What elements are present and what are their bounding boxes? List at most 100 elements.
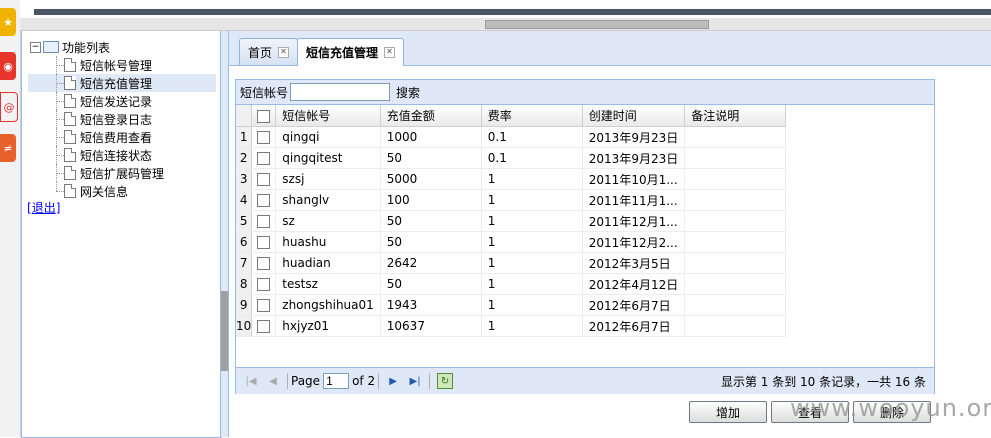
row-checkbox[interactable] xyxy=(257,257,271,270)
scrollbar-thumb[interactable] xyxy=(485,20,709,29)
row-number: 1 xyxy=(236,126,253,148)
row-select[interactable] xyxy=(251,168,277,190)
cell-amount: 50 xyxy=(380,273,482,295)
row-checkbox[interactable] xyxy=(257,131,271,144)
add-button[interactable]: 增加 xyxy=(689,401,767,423)
row-select[interactable] xyxy=(251,294,277,316)
row-select[interactable] xyxy=(251,315,277,337)
cell-account: testsz xyxy=(275,273,381,295)
table-header-row: 短信帐号 充值金额 费率 创建时间 备注说明 xyxy=(236,105,787,127)
tree-item-connection-status[interactable]: 短信连接状态 xyxy=(28,146,216,164)
cell-rate: 1 xyxy=(481,252,583,274)
page-number-input[interactable] xyxy=(323,373,350,389)
cell-created: 2011年11月1... xyxy=(582,189,686,211)
search-button[interactable]: 搜索 xyxy=(396,84,420,101)
prev-page-icon[interactable]: ◀ xyxy=(266,374,280,388)
search-label: 短信帐号 xyxy=(240,85,289,100)
cell-created: 2011年12月1... xyxy=(582,210,686,232)
tree-item-fee-view[interactable]: 短信费用查看 xyxy=(28,128,216,146)
row-select[interactable] xyxy=(251,231,277,253)
row-select[interactable] xyxy=(251,273,277,295)
row-select[interactable] xyxy=(251,210,277,232)
cell-note xyxy=(684,231,787,253)
tree-item-label: 短信费用查看 xyxy=(80,130,153,145)
cell-created: 2011年12月2... xyxy=(582,231,686,253)
document-icon xyxy=(64,148,76,162)
tree-item-login-log[interactable]: 短信登录日志 xyxy=(28,110,216,128)
search-input[interactable] xyxy=(290,83,391,101)
row-number: 10 xyxy=(236,315,253,337)
tree-item-account-manage[interactable]: 短信帐号管理 xyxy=(28,56,216,74)
table-row[interactable]: 7 huadian 2642 1 2012年3月5日 xyxy=(236,252,787,274)
column-header-rate[interactable]: 费率 xyxy=(481,105,583,127)
close-icon[interactable]: ✕ xyxy=(384,47,396,58)
search-toolbar: 短信帐号 搜索 xyxy=(236,80,934,105)
table-row[interactable]: 3 szsj 5000 1 2011年10月1... xyxy=(236,168,787,190)
table-row[interactable]: 9 zhongshihua01 1943 1 2012年6月7日 xyxy=(236,294,787,316)
cell-account: qingqitest xyxy=(275,147,381,169)
bracket-close: ] xyxy=(55,201,61,215)
table-row[interactable]: 1 qingqi 1000 0.1 2013年9月23日 xyxy=(236,126,787,148)
table-row[interactable]: 10 hxjyz01 10637 1 2012年6月7日 xyxy=(236,315,787,337)
document-icon xyxy=(64,130,76,144)
last-page-icon[interactable]: ▶| xyxy=(408,374,422,388)
cell-created: 2012年3月5日 xyxy=(582,252,686,274)
row-checkbox[interactable] xyxy=(257,173,271,186)
at-icon[interactable]: @ xyxy=(0,92,18,122)
splitter-grip[interactable] xyxy=(221,291,228,371)
select-all-checkbox[interactable] xyxy=(257,109,271,123)
cell-rate: 1 xyxy=(481,273,583,295)
cell-created: 2013年9月23日 xyxy=(582,147,686,169)
tab-label: 首页 xyxy=(248,45,273,60)
share-icon[interactable]: ≠ xyxy=(0,134,16,162)
cell-amount: 50 xyxy=(380,210,482,232)
logout-link[interactable]: [退出] xyxy=(27,199,60,216)
table-row[interactable]: 8 testsz 50 1 2012年4月12日 xyxy=(236,273,787,295)
cell-amount: 50 xyxy=(380,231,482,253)
cell-rate: 1 xyxy=(481,168,583,190)
tree-items: 短信帐号管理 短信充值管理 短信发送记录 短信登录日志 短信费用查看 短信连接状… xyxy=(28,56,216,200)
table-row[interactable]: 5 sz 50 1 2011年12月1... xyxy=(236,210,787,232)
row-select[interactable] xyxy=(251,189,277,211)
row-checkbox[interactable] xyxy=(257,215,271,228)
cell-note xyxy=(684,168,787,190)
horizontal-scrollbar[interactable] xyxy=(20,18,991,31)
column-header-amount[interactable]: 充值金额 xyxy=(380,105,482,127)
select-all-header[interactable] xyxy=(251,105,277,127)
cell-created: 2012年6月7日 xyxy=(582,294,686,316)
tree-root[interactable]: − 功能列表 xyxy=(30,39,110,55)
row-checkbox[interactable] xyxy=(257,152,271,165)
tree-item-recharge-manage[interactable]: 短信充值管理 xyxy=(28,74,216,92)
tree-item-extension-code[interactable]: 短信扩展码管理 xyxy=(28,164,216,182)
tab-home[interactable]: 首页 ✕ xyxy=(239,38,299,65)
cell-account: shanglv xyxy=(275,189,381,211)
first-page-icon[interactable]: |◀ xyxy=(244,374,258,388)
row-checkbox[interactable] xyxy=(257,278,271,291)
row-select[interactable] xyxy=(251,126,277,148)
next-page-icon[interactable]: ▶ xyxy=(386,374,400,388)
close-icon[interactable]: ✕ xyxy=(278,46,290,58)
star-icon[interactable]: ★ xyxy=(0,8,16,36)
tab-recharge-manage[interactable]: 短信充值管理 ✕ xyxy=(297,38,405,66)
column-header-account[interactable]: 短信帐号 xyxy=(275,105,381,127)
document-icon xyxy=(64,166,76,180)
refresh-icon[interactable]: ↻ xyxy=(437,373,454,389)
row-select[interactable] xyxy=(251,147,277,169)
cell-amount: 1000 xyxy=(380,126,482,148)
table-row[interactable]: 2 qingqitest 50 0.1 2013年9月23日 xyxy=(236,147,787,169)
row-checkbox[interactable] xyxy=(257,320,271,333)
row-checkbox[interactable] xyxy=(257,236,271,249)
logout-label: 退出 xyxy=(31,201,56,215)
tree-item-gateway-info[interactable]: 网关信息 xyxy=(28,182,216,200)
tree-item-send-records[interactable]: 短信发送记录 xyxy=(28,92,216,110)
weibo-icon[interactable]: ◉ xyxy=(0,52,16,80)
row-select[interactable] xyxy=(251,252,277,274)
row-checkbox[interactable] xyxy=(257,299,271,312)
cell-rate: 1 xyxy=(481,210,583,232)
row-checkbox[interactable] xyxy=(257,194,271,207)
column-header-created[interactable]: 创建时间 xyxy=(582,105,686,127)
collapse-icon[interactable]: − xyxy=(30,41,41,53)
table-row[interactable]: 6 huashu 50 1 2011年12月2... xyxy=(236,231,787,253)
table-row[interactable]: 4 shanglv 100 1 2011年11月1... xyxy=(236,189,787,211)
column-header-note[interactable]: 备注说明 xyxy=(684,105,787,127)
